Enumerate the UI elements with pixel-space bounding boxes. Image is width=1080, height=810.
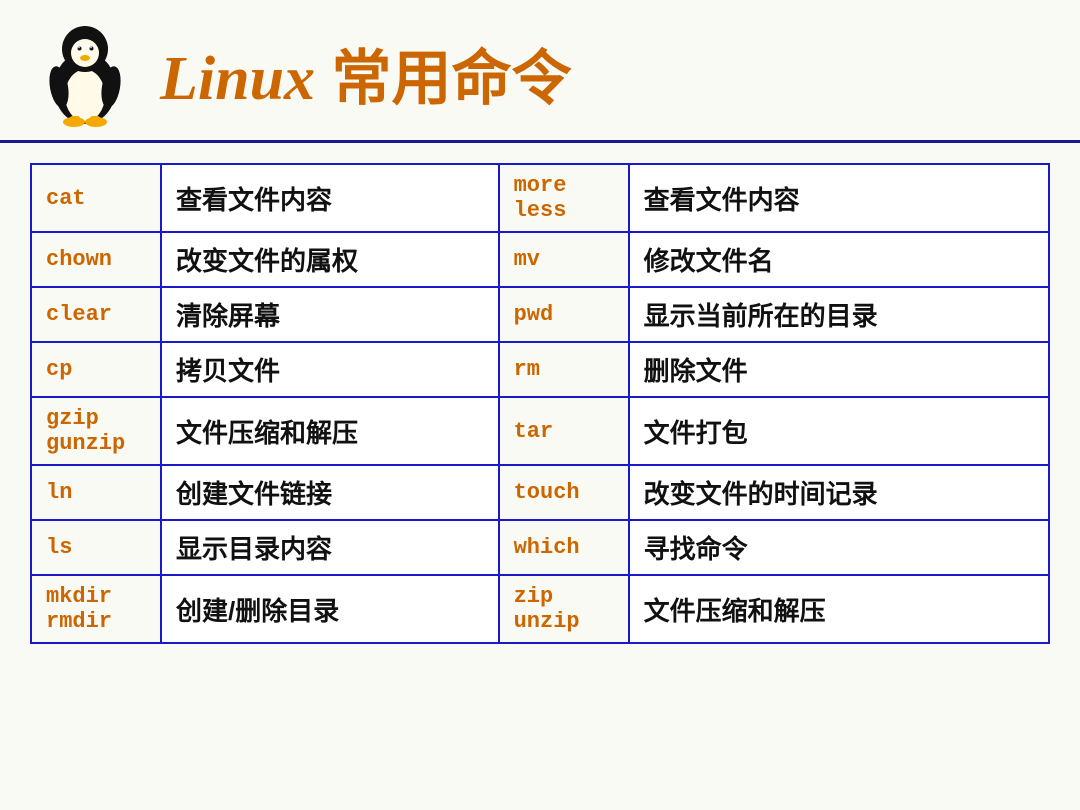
table-row: cp拷贝文件rm删除文件 — [31, 342, 1049, 397]
header: Linux 常用命令 — [0, 0, 1080, 143]
command-cell: pwd — [499, 287, 629, 342]
description-cell: 显示目录内容 — [161, 520, 499, 575]
page: Linux 常用命令 cat查看文件内容more less查看文件内容chown… — [0, 0, 1080, 810]
description-cell: 改变文件的时间记录 — [629, 465, 1049, 520]
table-row: cat查看文件内容more less查看文件内容 — [31, 164, 1049, 232]
command-cell: ln — [31, 465, 161, 520]
main-content: cat查看文件内容more less查看文件内容chown改变文件的属权mv修改… — [0, 143, 1080, 654]
tux-logo-icon — [30, 18, 140, 128]
description-cell: 查看文件内容 — [629, 164, 1049, 232]
description-cell: 显示当前所在的目录 — [629, 287, 1049, 342]
command-cell: mkdir rmdir — [31, 575, 161, 643]
table-row: chown改变文件的属权mv修改文件名 — [31, 232, 1049, 287]
description-cell: 查看文件内容 — [161, 164, 499, 232]
description-cell: 文件压缩和解压 — [629, 575, 1049, 643]
command-cell: gzip gunzip — [31, 397, 161, 465]
description-cell: 拷贝文件 — [161, 342, 499, 397]
description-cell: 创建文件链接 — [161, 465, 499, 520]
command-cell: zip unzip — [499, 575, 629, 643]
command-cell: rm — [499, 342, 629, 397]
description-cell: 清除屏幕 — [161, 287, 499, 342]
table-row: ln创建文件链接touch改变文件的时间记录 — [31, 465, 1049, 520]
command-cell: tar — [499, 397, 629, 465]
command-cell: touch — [499, 465, 629, 520]
command-cell: more less — [499, 164, 629, 232]
title-latin: Linux — [160, 45, 315, 113]
commands-table: cat查看文件内容more less查看文件内容chown改变文件的属权mv修改… — [30, 163, 1050, 644]
command-cell: which — [499, 520, 629, 575]
command-cell: cp — [31, 342, 161, 397]
description-cell: 改变文件的属权 — [161, 232, 499, 287]
description-cell: 文件打包 — [629, 397, 1049, 465]
table-row: clear清除屏幕pwd显示当前所在的目录 — [31, 287, 1049, 342]
command-cell: clear — [31, 287, 161, 342]
command-cell: cat — [31, 164, 161, 232]
command-cell: ls — [31, 520, 161, 575]
command-cell: chown — [31, 232, 161, 287]
title-chinese: 常用命令 — [332, 45, 572, 112]
command-cell: mv — [499, 232, 629, 287]
page-title: Linux 常用命令 — [160, 30, 572, 117]
description-cell: 修改文件名 — [629, 232, 1049, 287]
description-cell: 文件压缩和解压 — [161, 397, 499, 465]
table-row: gzip gunzip文件压缩和解压tar文件打包 — [31, 397, 1049, 465]
description-cell: 创建/删除目录 — [161, 575, 499, 643]
table-row: ls显示目录内容which寻找命令 — [31, 520, 1049, 575]
description-cell: 寻找命令 — [629, 520, 1049, 575]
description-cell: 删除文件 — [629, 342, 1049, 397]
table-row: mkdir rmdir创建/删除目录zip unzip文件压缩和解压 — [31, 575, 1049, 643]
